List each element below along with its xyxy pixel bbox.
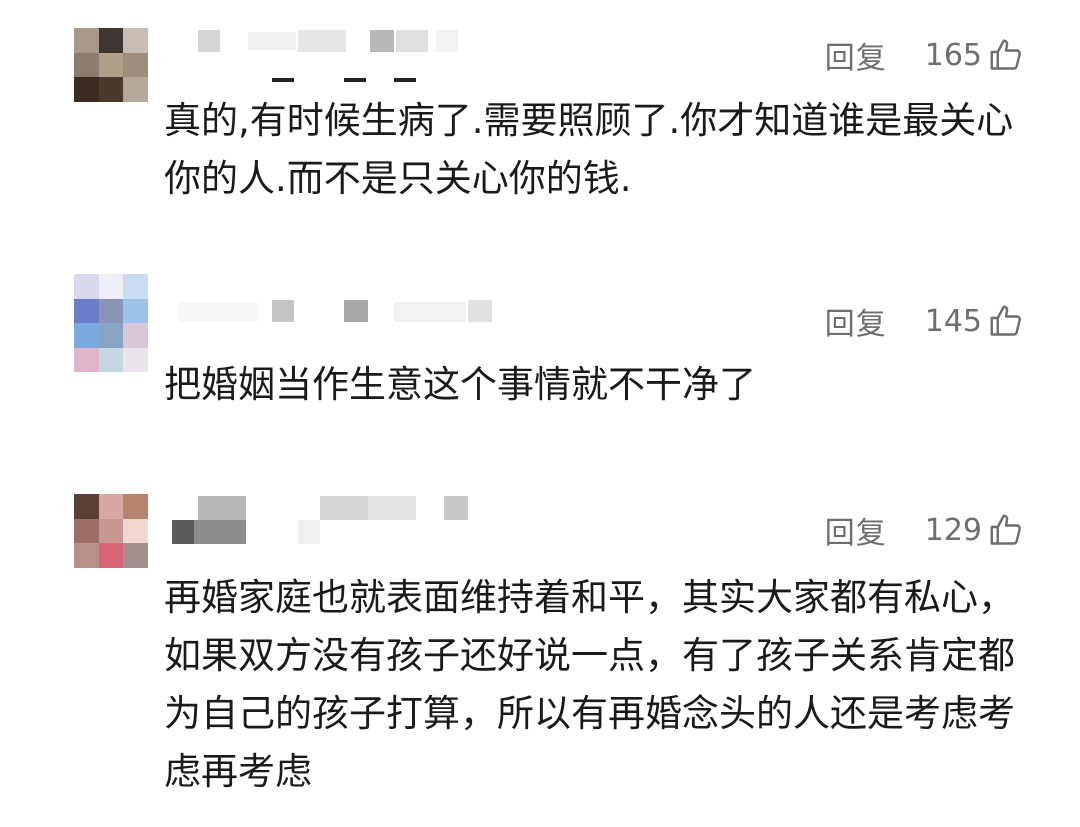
- like-count: 145: [924, 303, 982, 339]
- username-blurred[interactable]: [168, 298, 498, 358]
- thumbs-up-icon[interactable]: [988, 512, 1024, 548]
- comment-text: 把婚姻当作生意这个事情就不干净了: [164, 363, 756, 406]
- avatar[interactable]: [74, 494, 148, 568]
- comment-text: 真的,有时候生病了.需要照顾了.你才知道谁是最关心你的人.而不是只关心你的钱.: [164, 99, 1014, 200]
- comment-actions: 回复 165: [825, 33, 1024, 77]
- like-count: 129: [924, 512, 982, 548]
- comment-item: 回复 145 把婚姻当作生意这个事情就不干净了: [0, 260, 1080, 460]
- reply-button[interactable]: 回复: [825, 33, 887, 77]
- comment-actions: 回复 145: [825, 299, 1024, 343]
- comment-item: 回复 129 再婚家庭也就表面维持着和平，其实大家都有私心，如果双方没有孩子还好…: [0, 480, 1080, 827]
- username-blurred[interactable]: [168, 24, 498, 84]
- avatar[interactable]: [74, 28, 148, 102]
- comment-item: 回复 165 真的,有时候生病了.需要照顾了.你才知道谁是最关心你的人.而不是只…: [0, 0, 1080, 230]
- thumbs-up-icon[interactable]: [988, 303, 1024, 339]
- reply-button[interactable]: 回复: [825, 508, 887, 552]
- like-count: 165: [924, 37, 982, 73]
- username-blurred[interactable]: [168, 494, 498, 554]
- comment-text: 再婚家庭也就表面维持着和平，其实大家都有私心，如果双方没有孩子还好说一点，有了孩…: [164, 576, 1015, 793]
- avatar[interactable]: [74, 274, 148, 372]
- thumbs-up-icon[interactable]: [988, 37, 1024, 73]
- comment-actions: 回复 129: [825, 508, 1024, 552]
- reply-button[interactable]: 回复: [825, 299, 887, 343]
